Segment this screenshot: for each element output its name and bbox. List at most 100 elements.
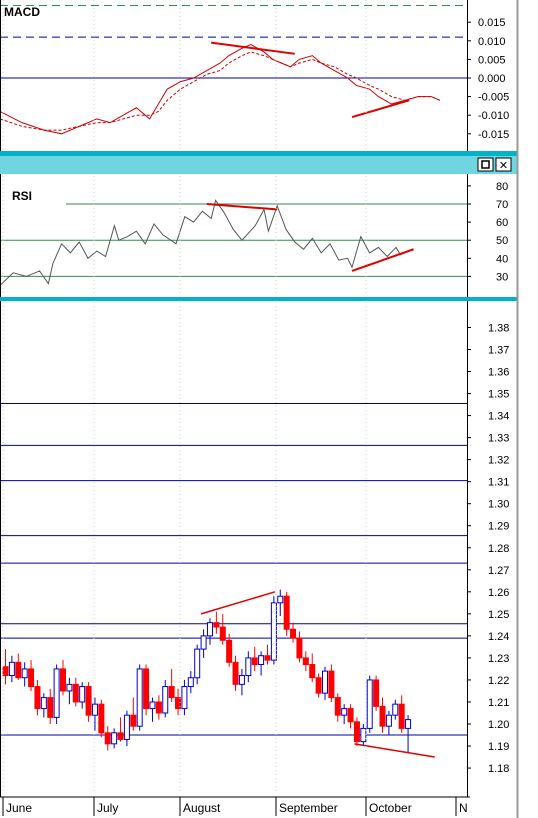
candle-up <box>149 701 156 710</box>
candle-down <box>28 668 35 688</box>
candle-up <box>181 686 188 710</box>
chart-root: MACD 0.015 0.010 0.005 0.000 -0.005 -0.010 -0.0… <box>0 0 538 818</box>
panel-divider-bottom[interactable] <box>0 297 517 301</box>
candle-down <box>264 655 271 661</box>
candle-up <box>8 661 15 677</box>
price-tick-label: 1.23 <box>488 653 509 665</box>
candle-down <box>334 697 341 716</box>
candle-down <box>85 686 92 716</box>
price-tick-label: 1.33 <box>488 433 509 445</box>
candle-down <box>309 664 316 679</box>
price-tick-label: 1.34 <box>488 411 509 423</box>
candle-up <box>366 679 373 729</box>
price-tick-label: 1.38 <box>488 322 509 334</box>
candle-down <box>117 732 124 740</box>
candle-down <box>290 628 297 639</box>
price-tick-label: 1.28 <box>488 543 509 555</box>
rsi-tick-label: 50 <box>496 235 508 247</box>
panel-divider-top[interactable] <box>0 151 517 156</box>
price-tick-label: 1.19 <box>488 741 509 753</box>
candle-up <box>79 686 86 703</box>
price-tick-label: 1.36 <box>488 367 509 379</box>
candle-down <box>328 670 335 699</box>
price-tick-label: 1.21 <box>488 697 509 709</box>
x-month-label: June <box>6 801 32 815</box>
candle-down <box>34 686 41 710</box>
macd-tick-label: -0.005 <box>478 92 509 104</box>
price-tick-label: 1.37 <box>488 344 509 356</box>
candle-down <box>296 637 303 659</box>
x-month-label: July <box>97 801 118 815</box>
rsi-tick-label: 30 <box>496 271 508 283</box>
candle-up <box>245 657 252 677</box>
candle-down <box>155 701 162 714</box>
candle-up <box>360 727 367 743</box>
candle-down <box>373 679 380 707</box>
candle-up <box>91 703 98 716</box>
candle-down <box>232 661 239 685</box>
candle-down <box>251 657 258 666</box>
candle-up <box>53 668 60 718</box>
x-month-label: September <box>279 801 338 815</box>
macd-tick-label: 0.005 <box>478 54 506 66</box>
candle-up <box>40 697 47 710</box>
rsi-title-bar <box>0 156 517 174</box>
candle-down <box>168 686 175 699</box>
macd-tick-label: -0.010 <box>478 110 509 122</box>
x-month-label: October <box>369 801 412 815</box>
restore-button[interactable] <box>477 157 494 172</box>
price-tick-label: 1.29 <box>488 521 509 533</box>
candle-down <box>2 666 9 677</box>
candle-down <box>226 639 233 663</box>
candle-up <box>385 714 392 727</box>
candle-down <box>130 714 137 727</box>
candle-up <box>206 622 213 637</box>
price-tick-label: 1.18 <box>488 763 509 775</box>
x-month-label: August <box>183 801 221 815</box>
price-tick-label: 1.22 <box>488 675 509 687</box>
candle-up <box>111 732 118 745</box>
candle-down <box>353 721 360 743</box>
candle-down <box>213 622 220 628</box>
x-month-label: N <box>459 801 468 815</box>
price-tick-label: 1.31 <box>488 477 509 489</box>
candle-up <box>238 675 245 685</box>
rsi-title: RSI <box>12 189 32 203</box>
rsi-tick-label: 80 <box>496 181 508 193</box>
price-tick-label: 1.20 <box>488 719 509 731</box>
macd-tick-label: 0.010 <box>478 36 506 48</box>
candle-down <box>15 661 22 679</box>
macd-tick-label: 0.015 <box>478 17 506 29</box>
candle-up <box>392 703 399 716</box>
rsi-tick-label: 40 <box>496 253 508 265</box>
candle-down <box>302 657 309 666</box>
close-icon: ✕ <box>499 160 508 172</box>
candle-down <box>379 705 386 727</box>
macd-tick-label: -0.015 <box>478 129 509 141</box>
rsi-tick-label: 60 <box>496 217 508 229</box>
candle-up <box>341 708 348 716</box>
price-tick-label: 1.27 <box>488 565 509 577</box>
candle-down <box>398 703 405 729</box>
candle-down <box>219 626 226 641</box>
candle-up <box>123 714 130 740</box>
candle-up <box>187 677 194 688</box>
candle-down <box>98 703 105 734</box>
price-tick-label: 1.24 <box>488 631 509 643</box>
candle-up <box>405 719 412 729</box>
candle-up <box>194 648 201 679</box>
price-tick-label: 1.30 <box>488 499 509 511</box>
price-tick-label: 1.25 <box>488 609 509 621</box>
macd-title: MACD <box>4 5 40 19</box>
candle-up <box>66 683 73 692</box>
candle-up <box>162 686 169 714</box>
candle-down <box>47 697 54 718</box>
candle-up <box>270 602 277 661</box>
rsi-tick-label: 70 <box>496 199 508 211</box>
candle-down <box>283 595 290 630</box>
price-tick-label: 1.35 <box>488 389 509 401</box>
candle-down <box>143 668 150 710</box>
candle-down <box>347 708 354 723</box>
candle-down <box>72 683 79 703</box>
candle-up <box>200 635 207 650</box>
